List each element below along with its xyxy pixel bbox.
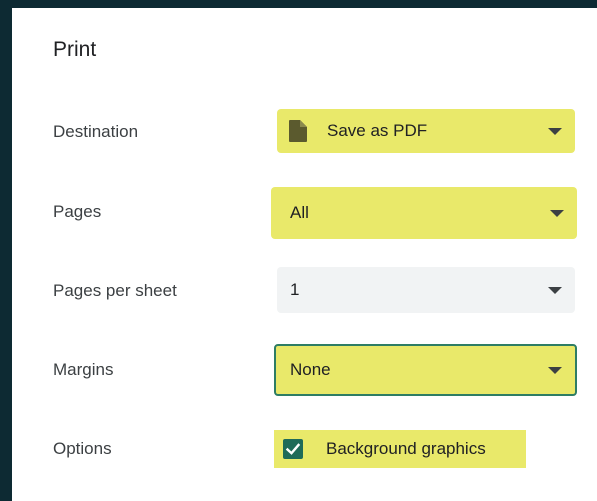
chevron-down-icon [548,287,562,294]
chevron-down-icon [548,367,562,374]
pages-per-sheet-select[interactable]: 1 [277,267,575,313]
chevron-down-icon [550,210,564,217]
options-label: Options [53,439,112,458]
margins-select[interactable]: None [274,344,577,396]
background-graphics-option[interactable]: Background graphics [274,430,526,468]
pages-per-sheet-value: 1 [290,280,300,299]
pages-select[interactable]: All [271,187,577,239]
margins-label: Margins [53,360,114,379]
checkmark-icon [285,443,301,455]
dialog-title: Print [53,38,97,61]
pages-value: All [290,203,309,222]
background-graphics-checkbox[interactable] [283,439,303,459]
pdf-file-icon [289,120,307,142]
margins-value: None [290,360,331,379]
chevron-down-icon [548,128,562,135]
pages-label: Pages [53,202,102,221]
print-dialog: Print Destination Save as PDF Pages All … [12,8,597,501]
destination-select[interactable]: Save as PDF [277,109,575,153]
background-graphics-label: Background graphics [326,439,486,458]
destination-value: Save as PDF [327,121,428,140]
pages-per-sheet-label: Pages per sheet [53,281,177,300]
destination-label: Destination [53,122,139,141]
